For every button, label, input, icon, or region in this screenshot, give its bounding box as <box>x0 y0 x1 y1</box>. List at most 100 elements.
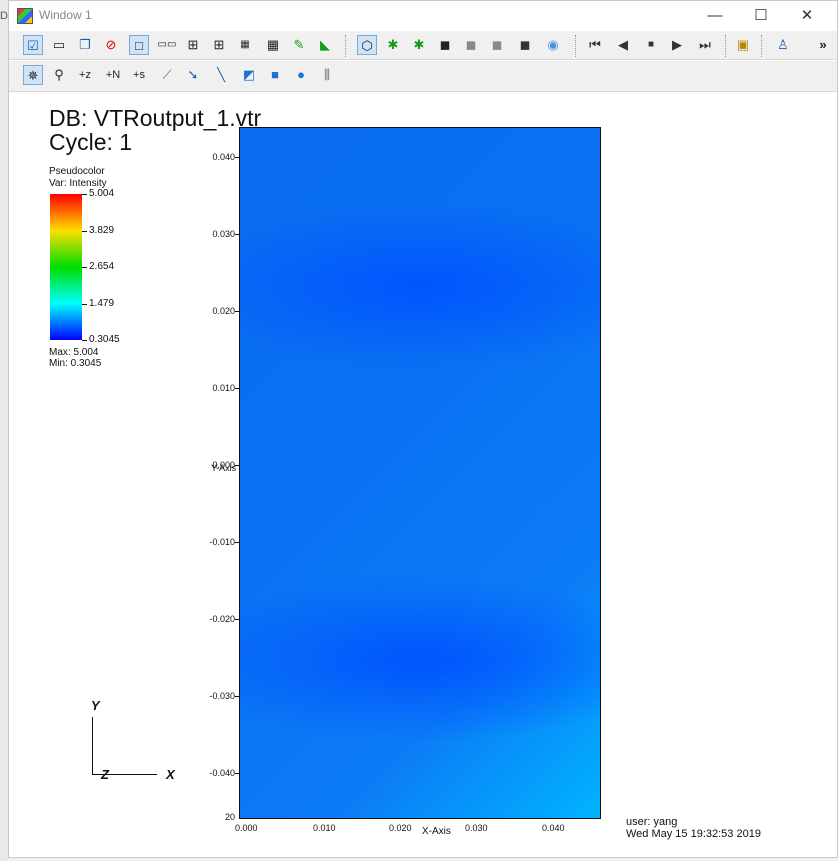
render-viewport[interactable]: DB: VTRoutput_1.vtr Cycle: 1 Pseudocolor… <box>9 93 837 857</box>
delete-window-icon[interactable]: ⊘ <box>101 35 121 55</box>
colorbar-tick <box>82 231 87 232</box>
close-button[interactable]: ✕ <box>787 4 827 28</box>
lock-time-icon[interactable]: ◣ <box>315 35 335 55</box>
x-tick-label: 0.040 <box>542 823 565 833</box>
layout-2x3-icon[interactable]: ⊞ <box>209 35 229 55</box>
y-tick-label: 0.040 <box>212 152 235 162</box>
plus-s-icon[interactable]: +s <box>129 65 149 85</box>
y-tick-label: 0.010 <box>212 383 235 393</box>
triad-y-axis <box>92 717 93 774</box>
triad-z-label: Z <box>101 767 109 782</box>
active-window-icon[interactable]: ☑ <box>23 35 43 55</box>
toolbar-window: ☑ ▭ ❐ ⊘ □ ▭▭ ⊞ ⊞ ▦ ▦ ✎ ◣ ⬡ ✱ ✱ ◼ ◼ ◼ ◼ ◉… <box>9 31 837 60</box>
colorbar-label: 3.829 <box>89 225 115 236</box>
y-tick-mark <box>235 157 239 158</box>
layout-2x4-icon[interactable]: ▦ <box>235 35 255 55</box>
title-bar[interactable]: Window 1 — ☐ ✕ <box>9 1 837 31</box>
reverse-step-icon[interactable]: ⏮ <box>585 35 605 55</box>
y-tick-mark <box>235 311 239 312</box>
plus-n-icon[interactable]: +N <box>103 65 123 85</box>
navigate-icon[interactable]: ✵ <box>23 65 43 85</box>
visit-app-icon <box>17 8 33 24</box>
layout-1x2-icon[interactable]: ▭▭ <box>157 35 177 55</box>
colorbar-label: 2.654 <box>89 261 115 272</box>
spin-icon[interactable]: ◉ <box>543 35 563 55</box>
line-icon[interactable]: ╲ <box>211 65 231 85</box>
play-icon[interactable]: ▶ <box>667 35 687 55</box>
x-tick-label: 0.020 <box>389 823 412 833</box>
y-tick-mark <box>235 388 239 389</box>
colorbar-label: 0.3045 <box>89 334 120 345</box>
pick-icon[interactable]: ➘ <box>183 65 203 85</box>
y-tick-mark <box>235 773 239 774</box>
sphere-icon[interactable]: ● <box>291 65 311 85</box>
new-window-icon[interactable]: ▭ <box>49 35 69 55</box>
y-tick-mark <box>235 696 239 697</box>
camera-1-icon[interactable]: ✱ <box>383 35 403 55</box>
layout-1x1-icon[interactable]: □ <box>129 35 149 55</box>
y-axis-label: Y-Axis <box>211 463 237 473</box>
minimize-button[interactable]: — <box>695 4 735 28</box>
box-icon[interactable]: ■ <box>265 65 285 85</box>
x-tick-label: 0.010 <box>313 823 336 833</box>
toolbar-interaction: ✵ ⚲ +z +N +s ⟋ ➘ ╲ ◩ ■ ● ⫼ <box>9 61 837 92</box>
x-tick-label: 0.000 <box>235 823 258 833</box>
reverse-play-icon[interactable]: ◀ <box>613 35 633 55</box>
plot-frame <box>239 127 601 819</box>
camera-4-icon[interactable]: ◼ <box>461 35 481 55</box>
triad-x-label: X <box>166 767 175 782</box>
y-tick-label: -0.020 <box>209 614 235 624</box>
user-name: user: yang <box>626 816 678 828</box>
plus-z-icon[interactable]: +z <box>75 65 95 85</box>
database-title: DB: VTRoutput_1.vtr <box>49 105 262 131</box>
camera-5-icon[interactable]: ◼ <box>487 35 507 55</box>
camera-6-icon[interactable]: ◼ <box>515 35 535 55</box>
toolbar-separator <box>345 35 347 57</box>
y-tick-label: 0.030 <box>212 229 235 239</box>
zoom-icon[interactable]: ⚲ <box>49 65 69 85</box>
layout-3x3-icon[interactable]: ▦ <box>263 35 283 55</box>
forward-step-icon[interactable]: ⏭ <box>695 35 715 55</box>
visit-window: Window 1 — ☐ ✕ ☑ ▭ ❐ ⊘ □ ▭▭ ⊞ ⊞ ▦ ▦ ✎ ◣ … <box>8 0 838 858</box>
toolbar-overflow-button[interactable]: » <box>813 35 833 55</box>
y-tick-label: 0.020 <box>212 306 235 316</box>
colorbar-label: 1.479 <box>89 298 115 309</box>
curve-icon[interactable]: ⟋ <box>157 65 177 85</box>
window-title: Window 1 <box>39 8 92 22</box>
layout-2x2-icon[interactable]: ⊞ <box>183 35 203 55</box>
rendering-icon[interactable]: ♙ <box>773 35 793 55</box>
legend-header: Pseudocolor Var: Intensity <box>49 166 107 190</box>
legend-min: Min: 0.3045 <box>49 358 102 369</box>
colorbar-tick <box>82 194 87 195</box>
x-axis-label: X-Axis <box>422 826 451 837</box>
y-tick-label: -0.010 <box>209 537 235 547</box>
palette-icon[interactable]: ▣ <box>733 35 753 55</box>
maximize-button[interactable]: ☐ <box>741 4 781 28</box>
camera-2-icon[interactable]: ✱ <box>409 35 429 55</box>
user-info: user: yang Wed May 15 19:32:53 2019 <box>626 816 761 840</box>
cycle-label: Cycle: 1 <box>49 129 133 155</box>
colorbar-tick <box>82 267 87 268</box>
legend-plot-type: Pseudocolor <box>49 166 105 177</box>
y-tick-label: -0.040 <box>209 768 235 778</box>
colorbar-tick <box>82 340 87 341</box>
plane-icon[interactable]: ◩ <box>239 65 259 85</box>
legend-minmax: Max: 5.004 Min: 0.3045 <box>49 347 101 369</box>
x-tick-label: 0.030 <box>465 823 488 833</box>
lock-view-icon[interactable]: ✎ <box>289 35 309 55</box>
stop-icon[interactable]: ■ <box>641 35 661 55</box>
sliders-icon[interactable]: ⫼ <box>317 65 337 85</box>
y-tick-mark <box>235 542 239 543</box>
camera-3-icon[interactable]: ◼ <box>435 35 455 55</box>
colorbar-label: 5.004 <box>89 188 115 199</box>
y-tick-mark <box>235 234 239 235</box>
toolbar-separator <box>725 35 727 57</box>
navigate-mode-icon[interactable]: ⬡ <box>357 35 377 55</box>
legend-max: Max: 5.004 <box>49 347 99 358</box>
timestamp: Wed May 15 19:32:53 2019 <box>626 828 761 840</box>
colorbar-tick <box>82 304 87 305</box>
clone-window-icon[interactable]: ❐ <box>75 35 95 55</box>
toolbar-separator <box>575 35 577 57</box>
toolbar-separator <box>761 35 763 57</box>
y-tick-label-partial: 20 <box>224 812 235 822</box>
